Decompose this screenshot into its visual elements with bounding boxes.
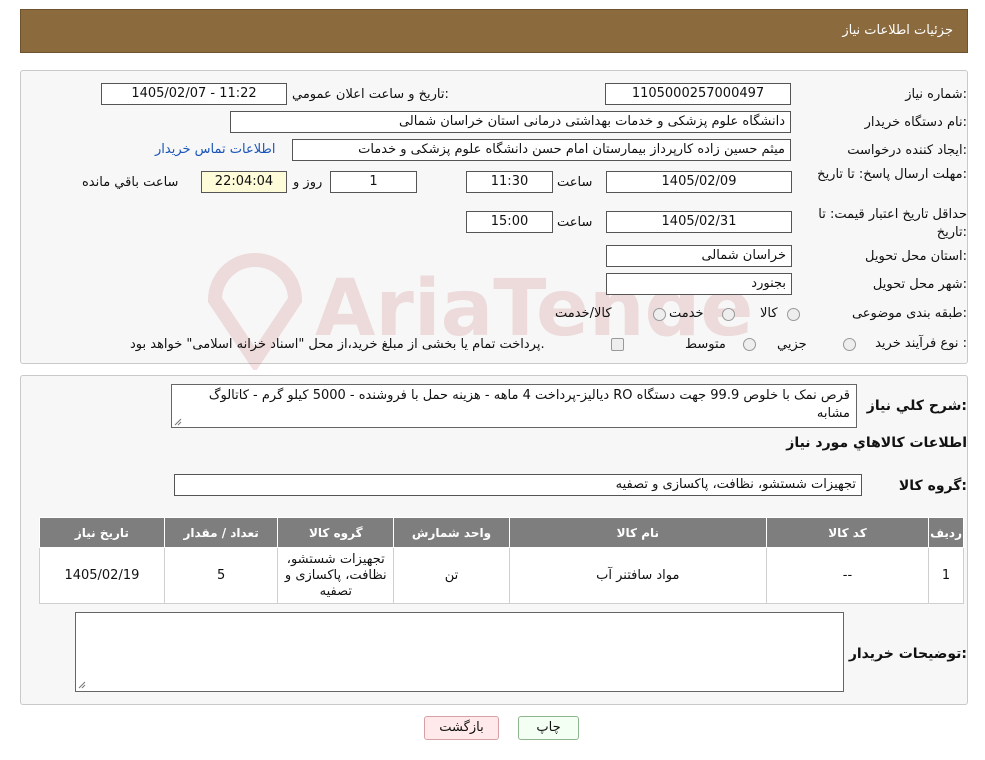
goods-info-title: اطلاعات كالاهاي مورد نياز [786, 435, 967, 451]
deadline-time-label: ساعت [557, 175, 593, 190]
col-unit: واحد شمارش [393, 517, 510, 548]
goods-group-field[interactable]: تجهیزات شستشو، نظافت، پاکسازی و تصفیه [174, 474, 862, 496]
validity-time-label: ساعت [557, 215, 593, 230]
col-group: گروه کالا [277, 517, 395, 548]
cell-name: مواد سافتنر آب [508, 547, 767, 604]
buyer-notes-label: توضیحات خریدار: [848, 646, 967, 662]
category-goods-radio[interactable] [787, 308, 800, 321]
buyer-notes-textarea[interactable] [75, 612, 844, 692]
process-label: نوع فرآیند خرید : [875, 336, 967, 351]
process-treasury-checkbox[interactable] [611, 338, 624, 351]
goods-group-label: گروه کالا: [898, 478, 967, 494]
validity-time-field[interactable]: 15:00 [466, 211, 553, 233]
need-number-label: شماره نیاز: [905, 87, 967, 102]
col-qty: تعداد / مقدار [163, 517, 279, 548]
category-goods-label: کالا [760, 306, 778, 321]
city-label: شهر محل تحویل: [872, 277, 967, 292]
requester-field[interactable]: میثم حسین زاده کارپرداز بیمارستان امام ح… [292, 139, 791, 161]
cell-row: 1 [928, 547, 964, 604]
cell-qty: 5 [163, 547, 279, 604]
category-service-label: خدمت [669, 306, 704, 321]
remaining-label: ساعت باقي مانده [82, 175, 179, 190]
announce-label: تاریخ و ساعت اعلان عمومي: [292, 87, 449, 102]
remaining-time-field: 22:04:04 [201, 171, 287, 193]
page-title: جزئیات اطلاعات نیاز [842, 23, 953, 38]
category-label: طبقه بندی موضوعی: [851, 306, 967, 321]
page-header: جزئیات اطلاعات نیاز [20, 9, 968, 53]
back-button[interactable]: بازگشت [424, 716, 499, 740]
process-minor-label: جزيي [777, 337, 807, 352]
description-label: شرح كلي نياز: [866, 398, 967, 414]
description-textarea[interactable]: قرص نمک با خلوص 99.9 جهت دستگاه RO دیالی… [171, 384, 857, 428]
description-text: قرص نمک با خلوص 99.9 جهت دستگاه RO دیالی… [208, 388, 850, 421]
category-both-label: کالا/خدمت [555, 306, 612, 321]
process-medium-radio[interactable] [743, 338, 756, 351]
goods-table-header: رديف کد کالا نام کالا واحد شمارش گروه کا… [39, 517, 964, 548]
goods-table: رديف کد کالا نام کالا واحد شمارش گروه کا… [39, 517, 964, 604]
process-note: پرداخت تمام یا بخشی از مبلغ خرید،از محل … [130, 337, 545, 352]
col-name: نام کالا [508, 517, 767, 548]
province-label: استان محل تحویل: [865, 249, 967, 264]
print-button[interactable]: چاپ [518, 716, 579, 740]
deadline-date-field[interactable]: 1405/02/09 [606, 171, 792, 193]
process-minor-radio[interactable] [843, 338, 856, 351]
deadline-time-field[interactable]: 11:30 [466, 171, 553, 193]
days-label: روز و [293, 175, 323, 190]
deadline-label: مهلت ارسال پاسخ: تا تاریخ: [817, 167, 967, 182]
cell-date: 1405/02/19 [39, 547, 165, 604]
city-field[interactable]: بجنورد [606, 273, 792, 295]
days-field[interactable]: 1 [330, 171, 417, 193]
process-medium-label: متوسط [685, 337, 726, 352]
description-resize-icon[interactable] [174, 418, 182, 426]
validity-label: حداقل تاریخ اعتبار قیمت: تا تاریخ: [818, 207, 967, 240]
buyer-notes-resize-icon[interactable] [78, 681, 86, 689]
buyer-org-field[interactable]: دانشگاه علوم پزشکی و خدمات بهداشتی درمان… [230, 111, 791, 133]
col-row: رديف [928, 517, 964, 548]
col-date: تاریخ نیاز [39, 517, 165, 548]
buyer-org-label: نام دستگاه خريدار: [864, 115, 967, 130]
buyer-contact-link[interactable]: اطلاعات تماس خریدار [155, 142, 275, 157]
table-row[interactable]: 1 -- مواد سافتنر آب تن تجهیزات شستشو، نظ… [39, 547, 964, 604]
cell-unit: تن [393, 547, 510, 604]
validity-date-field[interactable]: 1405/02/31 [606, 211, 792, 233]
category-service-radio[interactable] [722, 308, 735, 321]
col-code: کد کالا [765, 517, 930, 548]
province-field[interactable]: خراسان شمالی [606, 245, 792, 267]
announce-field[interactable]: 1405/02/07 - 11:22 [101, 83, 287, 105]
cell-code: -- [765, 547, 930, 604]
need-number-field[interactable]: 1105000257000497 [605, 83, 791, 105]
category-both-radio[interactable] [653, 308, 666, 321]
requester-label: ایجاد کننده درخواست: [847, 143, 967, 158]
cell-group: تجهیزات شستشو، نظافت، پاکسازی و تصفیه [277, 547, 395, 604]
